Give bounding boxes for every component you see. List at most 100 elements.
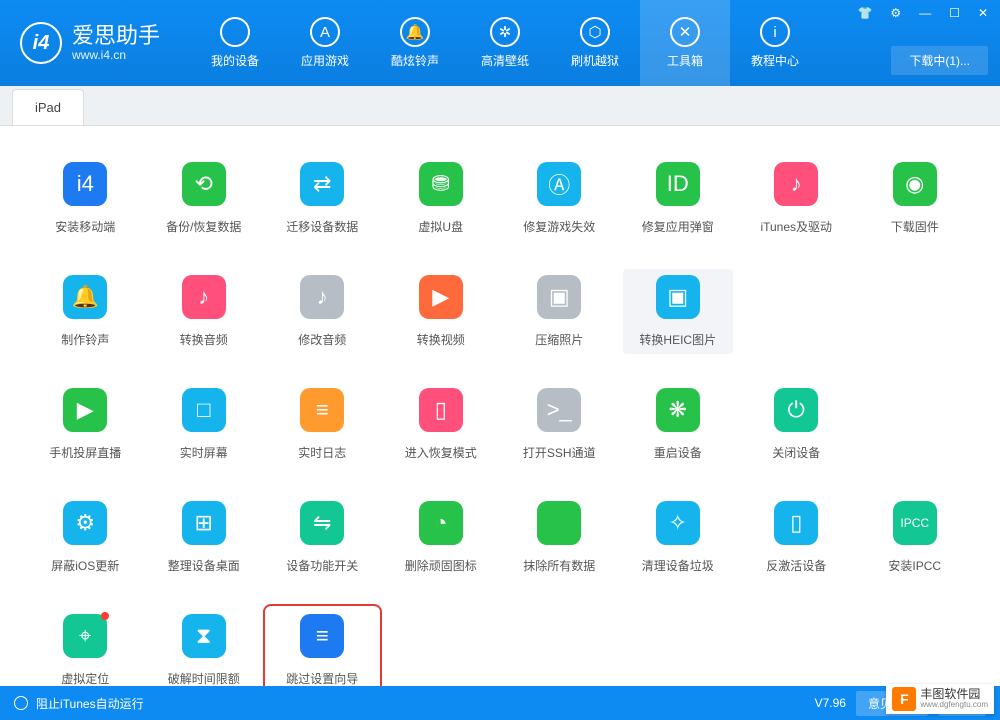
tool-label: 进入恢复模式 bbox=[405, 444, 477, 461]
tool-icon bbox=[537, 501, 581, 545]
tool-icon: ⇄ bbox=[300, 162, 344, 206]
tool-item[interactable]: ⇋设备功能开关 bbox=[267, 495, 378, 580]
tool-item[interactable]: □ 实时屏幕 bbox=[149, 382, 260, 467]
nav-item-2[interactable]: 🔔 酷炫铃声 bbox=[370, 0, 460, 86]
app-subtitle: www.i4.cn bbox=[72, 48, 160, 62]
tab-ipad[interactable]: iPad bbox=[12, 89, 84, 125]
nav-item-5[interactable]: ✕ 工具箱 bbox=[640, 0, 730, 86]
tool-item[interactable]: IPCC 安装IPCC bbox=[860, 495, 971, 580]
tool-icon: ⌖ bbox=[63, 614, 107, 658]
tool-item[interactable]: ◉ 下载固件 bbox=[860, 156, 971, 241]
notification-dot-icon bbox=[101, 612, 109, 620]
nav-label: 应用游戏 bbox=[301, 52, 349, 69]
tool-label: 设备功能开关 bbox=[286, 557, 358, 574]
tshirt-icon[interactable]: 👕 bbox=[853, 4, 876, 22]
tool-label: 安装移动端 bbox=[55, 218, 115, 235]
tool-icon: ♪ bbox=[300, 275, 344, 319]
tool-icon: ▣ bbox=[537, 275, 581, 319]
nav-item-0[interactable]: 我的设备 bbox=[190, 0, 280, 86]
tool-label: 制作铃声 bbox=[61, 331, 109, 348]
tool-label: 关闭设备 bbox=[772, 444, 820, 461]
tool-icon: ▶ bbox=[63, 388, 107, 432]
tool-label: 虚拟U盘 bbox=[418, 218, 463, 235]
tool-label: 破解时间限额 bbox=[168, 670, 240, 686]
tool-label: 安装IPCC bbox=[888, 557, 941, 574]
app-title: 爱思助手 bbox=[72, 24, 160, 48]
tool-item[interactable]: Ⓐ修复游戏失效 bbox=[504, 156, 615, 241]
tool-item[interactable]: ≡实时日志 bbox=[267, 382, 378, 467]
tool-item[interactable]: ❋ 重启设备 bbox=[623, 382, 734, 467]
tool-icon: □ bbox=[182, 388, 226, 432]
tool-icon: >_ bbox=[537, 388, 581, 432]
tool-item[interactable]: ⌖虚拟定位 bbox=[30, 608, 141, 686]
nav-icon: ✕ bbox=[670, 17, 700, 47]
tool-icon: ▶ bbox=[419, 275, 463, 319]
nav-icon: ⬡ bbox=[580, 17, 610, 47]
nav-item-1[interactable]: A 应用游戏 bbox=[280, 0, 370, 86]
nav-label: 教程中心 bbox=[751, 52, 799, 69]
tool-label: 打开SSH通道 bbox=[523, 444, 596, 461]
tool-item[interactable]: >_ 打开SSH通道 bbox=[504, 382, 615, 467]
nav-label: 刷机越狱 bbox=[571, 52, 619, 69]
tool-item[interactable]: ID修复应用弹窗 bbox=[623, 156, 734, 241]
tool-item[interactable]: ⏻关闭设备 bbox=[741, 382, 852, 467]
tool-item[interactable]: ⟲备份/恢复数据 bbox=[149, 156, 260, 241]
tool-label: 备份/恢复数据 bbox=[166, 218, 241, 235]
main-nav: 我的设备 A 应用游戏 🔔 酷炫铃声 ✲高清壁纸 ⬡ 刷机越狱 ✕ 工具箱 i教程中心 bbox=[190, 0, 820, 86]
tool-item[interactable]: ⇄迁移设备数据 bbox=[267, 156, 378, 241]
tool-item[interactable]: ✧清理设备垃圾 bbox=[623, 495, 734, 580]
nav-label: 工具箱 bbox=[667, 52, 703, 69]
tool-label: 反激活设备 bbox=[766, 557, 826, 574]
tool-label: 实时屏幕 bbox=[180, 444, 228, 461]
tool-label: 下载固件 bbox=[891, 218, 939, 235]
maximize-button[interactable]: ☐ bbox=[945, 4, 964, 22]
tool-item[interactable]: ♪转换音频 bbox=[149, 269, 260, 354]
nav-item-6[interactable]: i教程中心 bbox=[730, 0, 820, 86]
tool-item[interactable]: 抹除所有数据 bbox=[504, 495, 615, 580]
tool-item[interactable]: ▣ 压缩照片 bbox=[504, 269, 615, 354]
downloading-button[interactable]: 下载中(1)... bbox=[891, 46, 988, 75]
tool-item[interactable]: ⊞整理设备桌面 bbox=[149, 495, 260, 580]
tool-item[interactable]: ▯ 进入恢复模式 bbox=[386, 382, 497, 467]
tool-item[interactable]: ▶ 手机投屏直播 bbox=[30, 382, 141, 467]
gear-icon[interactable]: ⚙ bbox=[886, 4, 905, 22]
tool-icon: ▣ bbox=[656, 275, 700, 319]
tool-item[interactable]: i4安装移动端 bbox=[30, 156, 141, 241]
nav-icon bbox=[220, 17, 250, 47]
tool-item[interactable]: ♪iTunes及驱动 bbox=[741, 156, 852, 241]
device-tabs: iPad bbox=[0, 86, 1000, 126]
nav-icon: ✲ bbox=[490, 17, 520, 47]
close-button[interactable]: ✕ bbox=[974, 4, 992, 22]
tool-item[interactable]: ⚙屏蔽iOS更新 bbox=[30, 495, 141, 580]
tool-item[interactable]: ◔删除顽固图标 bbox=[386, 495, 497, 580]
tool-label: 手机投屏直播 bbox=[49, 444, 121, 461]
tool-item[interactable]: 🔔制作铃声 bbox=[30, 269, 141, 354]
tool-icon: ⛃ bbox=[419, 162, 463, 206]
nav-item-4[interactable]: ⬡ 刷机越狱 bbox=[550, 0, 640, 86]
tool-icon: IPCC bbox=[893, 501, 937, 545]
tool-icon: ▯ bbox=[419, 388, 463, 432]
tool-item[interactable]: ▣转换HEIC图片 bbox=[623, 269, 734, 354]
tool-item[interactable]: ≡跳过设置向导 bbox=[267, 608, 378, 686]
minimize-button[interactable]: — bbox=[915, 4, 935, 22]
nav-icon: A bbox=[310, 17, 340, 47]
tool-item[interactable]: ▶ 转换视频 bbox=[386, 269, 497, 354]
tool-icon: ❋ bbox=[656, 388, 700, 432]
tool-item[interactable]: ♪修改音频 bbox=[267, 269, 378, 354]
tool-icon: ◉ bbox=[893, 162, 937, 206]
nav-label: 酷炫铃声 bbox=[391, 52, 439, 69]
watermark-icon: F bbox=[892, 687, 916, 711]
tool-label: 转换视频 bbox=[417, 331, 465, 348]
tool-icon: ID bbox=[656, 162, 700, 206]
nav-item-3[interactable]: ✲高清壁纸 bbox=[460, 0, 550, 86]
tool-icon: ♪ bbox=[774, 162, 818, 206]
block-itunes-label[interactable]: 阻止iTunes自动运行 bbox=[36, 695, 144, 712]
tool-item[interactable]: ▯反激活设备 bbox=[741, 495, 852, 580]
tool-label: 屏蔽iOS更新 bbox=[51, 557, 119, 574]
tool-label: 压缩照片 bbox=[535, 331, 583, 348]
tool-item[interactable]: ⧗破解时间限额 bbox=[149, 608, 260, 686]
status-bar: 阻止iTunes自动运行 V7.96 意见反馈 微信 bbox=[0, 686, 1000, 720]
tool-label: 重启设备 bbox=[654, 444, 702, 461]
nav-icon: 🔔 bbox=[400, 17, 430, 47]
tool-item[interactable]: ⛃ 虚拟U盘 bbox=[386, 156, 497, 241]
